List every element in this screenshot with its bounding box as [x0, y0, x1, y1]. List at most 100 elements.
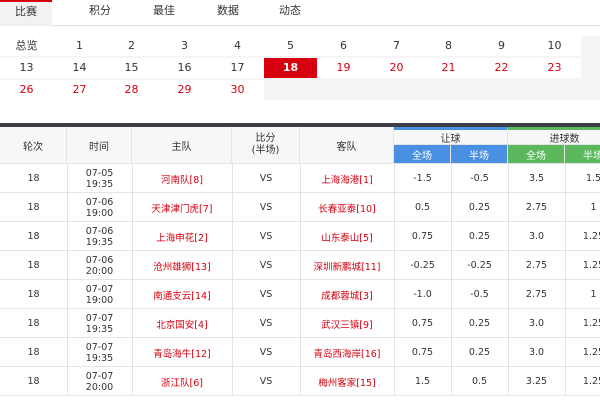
cell-handicap-half: 0.5: [471, 376, 488, 387]
cell-handicap-half: 0.25: [468, 318, 491, 329]
cell-away-team[interactable]: 成都蓉城[3]: [300, 280, 394, 309]
round-button-2[interactable]: 2: [105, 36, 158, 56]
round-button-23[interactable]: 23: [528, 58, 581, 78]
header-home: 主队: [132, 127, 232, 164]
cell-away-team[interactable]: 上海海港[1]: [300, 164, 394, 193]
match-time: 19:35: [85, 352, 114, 364]
round-button-5[interactable]: 5: [264, 36, 317, 56]
cell-total-half: 1: [590, 289, 597, 300]
cell-score[interactable]: VS: [232, 193, 300, 222]
cell-score[interactable]: VS: [232, 309, 300, 338]
cell-home-team[interactable]: 北京国安[4]: [132, 309, 232, 338]
cell-score[interactable]: VS: [232, 222, 300, 251]
header-score: 比分 (半场): [232, 127, 300, 164]
header-time: 时间: [67, 127, 132, 164]
match-time: 20:00: [85, 381, 114, 393]
header-handicap-full: 全场: [394, 145, 451, 164]
match-time: 20:00: [85, 265, 114, 277]
match-date: 07-07: [85, 283, 114, 295]
cell-handicap-half: 0.25: [468, 347, 491, 358]
cell-home-team[interactable]: 南通支云[14]: [132, 280, 232, 309]
cell-home-team[interactable]: 上海申花[2]: [132, 222, 232, 251]
round-button-7[interactable]: 7: [370, 36, 423, 56]
cell-home-team[interactable]: 沧州雄狮[13]: [132, 251, 232, 280]
round-button-29[interactable]: 29: [158, 80, 211, 100]
cell-away-team[interactable]: 青岛西海岸[16]: [300, 338, 394, 367]
cell-total-full: 3.25: [525, 376, 548, 387]
cell-time: 07-05 19:35: [67, 164, 132, 193]
cell-away-team[interactable]: 梅州客家[15]: [300, 367, 394, 396]
cell-handicap-half: 0.25: [468, 202, 491, 213]
round-button-27[interactable]: 27: [53, 80, 106, 100]
cell-total-half: 1.5: [585, 173, 600, 184]
cell-time: 07-07 19:00: [67, 280, 132, 309]
round-button-22[interactable]: 22: [475, 58, 528, 78]
round-button-26[interactable]: 26: [0, 80, 53, 100]
tab-standings[interactable]: 积分: [72, 0, 128, 26]
tab-matches[interactable]: 比赛: [0, 0, 52, 26]
cell-round: 18: [27, 289, 40, 300]
cell-score[interactable]: VS: [232, 251, 300, 280]
cell-time: 07-06 20:00: [67, 251, 132, 280]
round-overview-link[interactable]: 总览: [0, 36, 53, 56]
cell-handicap-full: -0.25: [410, 260, 435, 271]
cell-home-team[interactable]: 浙江队[6]: [132, 367, 232, 396]
round-button-1[interactable]: 1: [53, 36, 106, 56]
round-button-4[interactable]: 4: [211, 36, 264, 56]
cell-total-half: 1.25: [582, 347, 600, 358]
cell-home-team[interactable]: 青岛海牛[12]: [132, 338, 232, 367]
tab-best[interactable]: 最佳: [136, 0, 192, 26]
cell-home-team[interactable]: 天津津门虎[7]: [132, 193, 232, 222]
cell-time: 07-06 19:00: [67, 193, 132, 222]
cell-time: 07-07 20:00: [67, 367, 132, 396]
round-button-9[interactable]: 9: [475, 36, 528, 56]
match-time: 19:00: [85, 294, 114, 306]
cell-handicap-full: 0.75: [411, 318, 434, 329]
cell-total-full: 2.75: [525, 202, 548, 213]
cell-score[interactable]: VS: [232, 367, 300, 396]
cell-handicap-half: -0.25: [467, 260, 492, 271]
cell-round: 18: [27, 347, 40, 358]
round-button-13[interactable]: 13: [0, 58, 53, 78]
cell-handicap-half: -0.5: [470, 289, 489, 300]
match-table: 轮次 时间 主队 比分 (半场) 客队 让球 全场 半场 进球数 全场 半场 1…: [0, 123, 600, 400]
cell-round: 18: [27, 202, 40, 213]
column-divider: [232, 164, 233, 396]
column-divider: [451, 164, 452, 396]
round-button-20[interactable]: 20: [370, 58, 423, 78]
tab-news[interactable]: 动态: [262, 0, 318, 26]
match-date: 07-05: [85, 167, 114, 179]
cell-score[interactable]: VS: [232, 164, 300, 193]
match-date: 07-06: [85, 196, 114, 208]
cell-away-team[interactable]: 武汉三镇[9]: [300, 309, 394, 338]
header-total-half: 半场: [565, 145, 600, 164]
cell-handicap-full: 0.75: [411, 347, 434, 358]
round-button-16[interactable]: 16: [158, 58, 211, 78]
column-divider: [67, 164, 68, 396]
round-button-30[interactable]: 30: [211, 80, 264, 100]
round-button-15[interactable]: 15: [105, 58, 158, 78]
cell-time: 07-06 19:35: [67, 222, 132, 251]
cell-time: 07-07 19:35: [67, 309, 132, 338]
cell-home-team[interactable]: 河南队[8]: [132, 164, 232, 193]
cell-away-team[interactable]: 深圳新鹏城[11]: [300, 251, 394, 280]
cell-away-team[interactable]: 长春亚泰[10]: [300, 193, 394, 222]
round-button-21[interactable]: 21: [422, 58, 475, 78]
cell-score[interactable]: VS: [232, 280, 300, 309]
round-button-28[interactable]: 28: [105, 80, 158, 100]
round-button-6[interactable]: 6: [317, 36, 370, 56]
header-handicap-group: 让球: [394, 127, 508, 145]
round-button-18[interactable]: 18: [264, 58, 317, 78]
round-button-17[interactable]: 17: [211, 58, 264, 78]
round-button-8[interactable]: 8: [422, 36, 475, 56]
round-button-10[interactable]: 10: [528, 36, 581, 56]
round-button-14[interactable]: 14: [53, 58, 106, 78]
cell-away-team[interactable]: 山东泰山[5]: [300, 222, 394, 251]
round-button-3[interactable]: 3: [158, 36, 211, 56]
cell-total-full: 2.75: [525, 260, 548, 271]
round-button-19[interactable]: 19: [317, 58, 370, 78]
tab-stats[interactable]: 数据: [200, 0, 256, 26]
cell-score[interactable]: VS: [232, 338, 300, 367]
cell-total-half: 1.25: [582, 376, 600, 387]
cell-round: 18: [27, 260, 40, 271]
